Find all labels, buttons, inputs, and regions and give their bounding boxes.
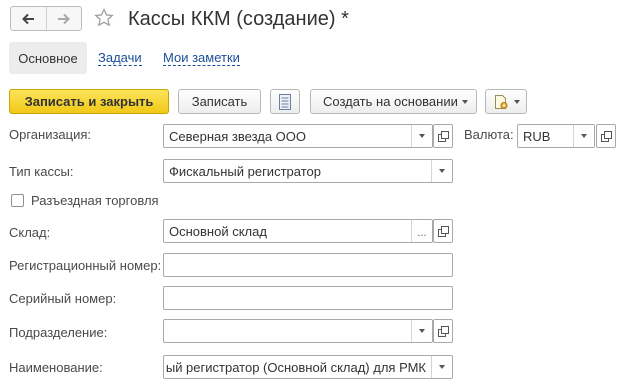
chevron-down-icon: [513, 99, 520, 104]
organization-dropdown-button[interactable]: [411, 125, 432, 147]
save-and-close-label: Записать и закрыть: [24, 94, 154, 109]
mobile-trade-label: Разъездная торговля: [31, 193, 159, 208]
currency-open-button[interactable]: [596, 124, 616, 148]
mobile-trade-checkbox[interactable]: [11, 194, 24, 207]
open-form-icon: [600, 130, 612, 142]
warehouse-value: Основной склад: [169, 223, 267, 239]
serial-number-label: Серийный номер:: [9, 291, 117, 306]
name-label: Наименование:: [9, 360, 103, 375]
open-form-icon: [437, 325, 449, 337]
print-list-button[interactable]: [270, 89, 300, 114]
forward-button[interactable]: [45, 7, 82, 30]
ellipsis-icon: ...: [417, 227, 427, 239]
organization-field[interactable]: Северная звезда ООО: [163, 124, 433, 148]
currency-dropdown-button[interactable]: [573, 125, 594, 147]
cash-type-field[interactable]: Фискальный регистратор: [163, 159, 453, 183]
department-value: [164, 320, 411, 342]
serial-number-input[interactable]: [163, 286, 453, 310]
save-button[interactable]: Записать: [178, 89, 261, 114]
chevron-down-icon: [439, 169, 445, 173]
reg-number-label: Регистрационный номер:: [9, 258, 162, 273]
currency-value: RUB: [523, 128, 551, 144]
organization-open-button[interactable]: [433, 124, 453, 148]
cash-type-dropdown-button[interactable]: [431, 160, 452, 182]
warehouse-open-button[interactable]: [433, 219, 453, 243]
chevron-down-icon: [439, 365, 445, 369]
arrow-right-icon: [57, 13, 70, 24]
document-gear-icon: [494, 94, 507, 109]
currency-label: Валюта:: [464, 127, 514, 142]
warehouse-select-button[interactable]: ...: [411, 220, 432, 242]
warehouse-field[interactable]: Основной склад ...: [163, 219, 433, 243]
department-open-button[interactable]: [433, 319, 453, 343]
name-dropdown-button[interactable]: [431, 356, 452, 378]
tab-tasks[interactable]: Задачи: [98, 50, 142, 66]
currency-field[interactable]: RUB: [517, 124, 595, 148]
chevron-down-icon: [419, 134, 425, 138]
department-field[interactable]: [163, 319, 433, 343]
cash-type-label: Тип кассы:: [9, 164, 74, 179]
department-label: Подразделение:: [9, 325, 108, 340]
chevron-down-icon: [419, 329, 425, 333]
chevron-down-icon: [581, 134, 587, 138]
arrow-left-icon: [22, 13, 35, 24]
name-field[interactable]: ый регистратор (Основной склад) для РМК: [163, 355, 453, 379]
department-dropdown-button[interactable]: [411, 320, 432, 342]
save-and-close-button[interactable]: Записать и закрыть: [9, 89, 169, 114]
tab-main[interactable]: Основное: [9, 42, 87, 74]
organization-value: Северная звезда ООО: [169, 128, 307, 144]
warehouse-label: Склад:: [9, 225, 51, 240]
create-based-on-label: Создать на основании: [323, 94, 458, 109]
cash-type-value: Фискальный регистратор: [169, 163, 321, 179]
tab-my-notes[interactable]: Мои заметки: [163, 50, 240, 66]
list-icon: [279, 93, 291, 110]
history-nav: [10, 6, 82, 31]
favorite-star-icon[interactable]: [94, 8, 114, 28]
open-form-icon: [437, 225, 449, 237]
organization-label: Организация:: [9, 127, 92, 142]
name-value: ый регистратор (Основной склад) для РМК: [165, 359, 426, 375]
back-button[interactable]: [11, 7, 46, 30]
reg-number-value: [164, 254, 452, 276]
page-title: Кассы ККМ (создание) *: [128, 8, 349, 30]
serial-number-value: [164, 287, 452, 309]
create-based-on-button[interactable]: Создать на основании: [310, 89, 477, 114]
open-form-icon: [437, 130, 449, 142]
reg-number-input[interactable]: [163, 253, 453, 277]
save-label: Записать: [191, 94, 248, 109]
attachments-menu-button[interactable]: [485, 89, 527, 114]
chevron-down-icon: [462, 99, 468, 104]
